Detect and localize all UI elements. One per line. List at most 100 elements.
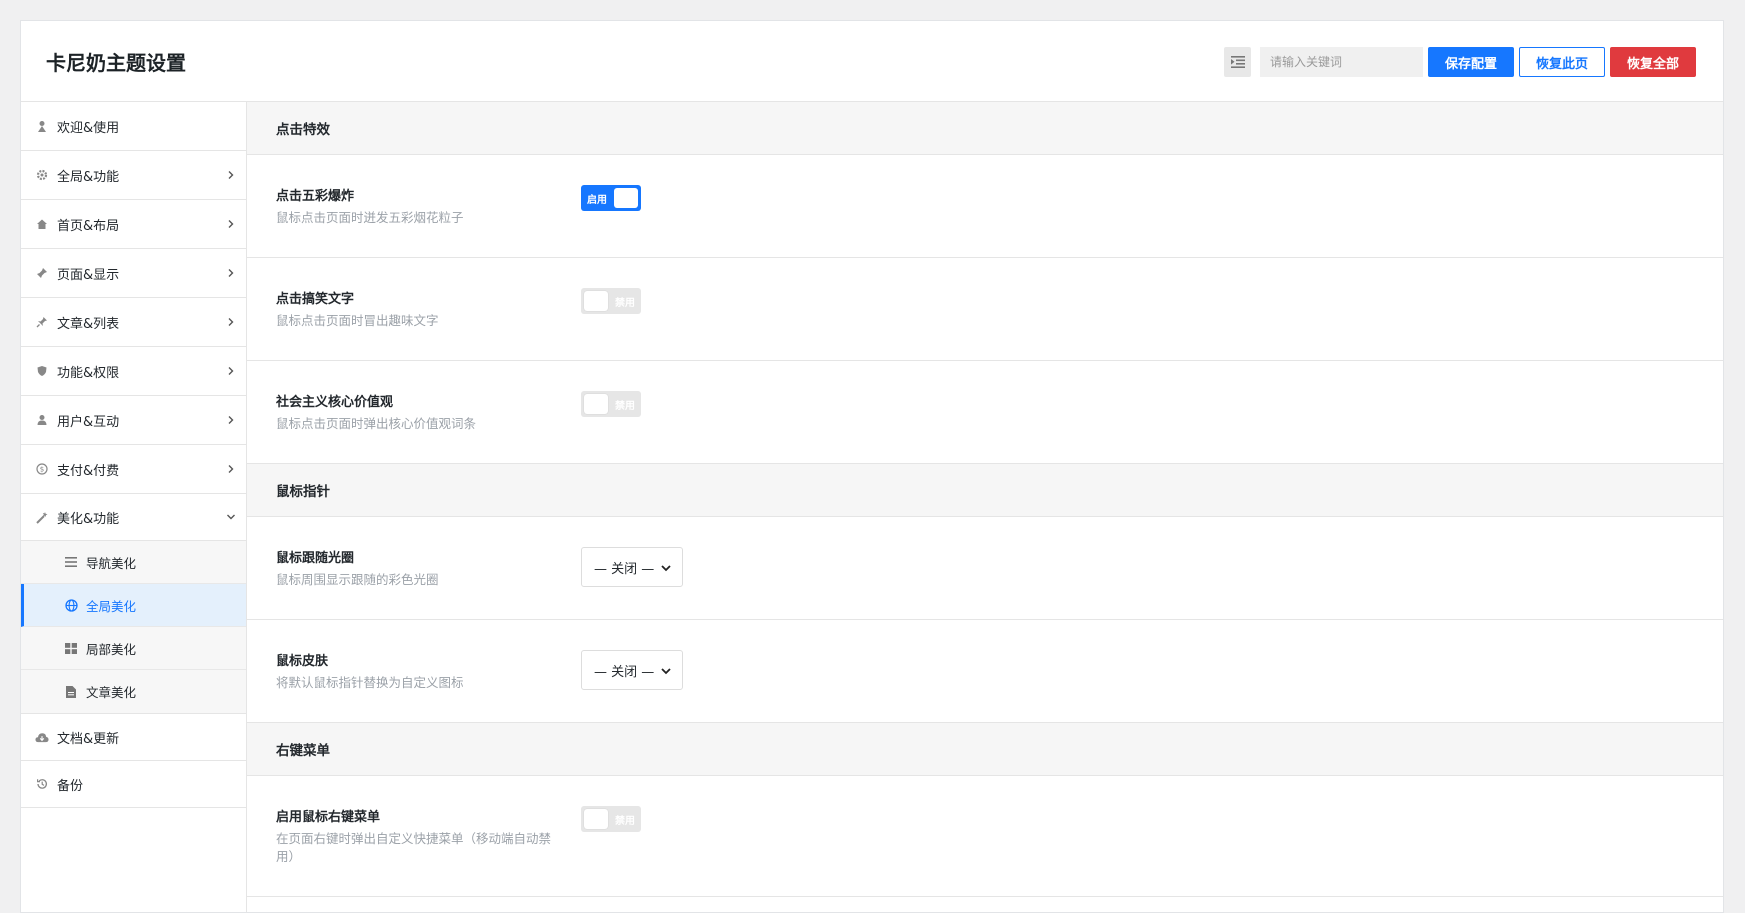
cursor-skin-select[interactable]: — 关闭 — — [581, 650, 683, 690]
shield-icon — [35, 364, 49, 378]
globe-icon — [64, 598, 78, 612]
beautify-submenu: 导航美化 全局美化 局部美化 文章美化 — [21, 541, 246, 714]
grid-icon — [64, 641, 78, 655]
option-label: 社会主义核心价值观 — [276, 395, 394, 410]
reset-all-button[interactable]: 恢复全部 — [1610, 47, 1696, 77]
section-title-click: 点击特效 — [247, 102, 1723, 155]
toggle-knob — [614, 188, 638, 208]
toggle-knob — [584, 291, 608, 311]
context-menu-toggle[interactable]: 禁用 — [581, 806, 641, 832]
select-value: — 关闭 — — [594, 664, 655, 680]
chevron-down-icon — [661, 668, 671, 675]
core-values-toggle[interactable]: 禁用 — [581, 391, 641, 417]
settings-panel: 卡尼奶主题设置 保存配置 恢复此页 恢复全部 欢迎&使用 — [20, 20, 1724, 913]
option-row: 鼠标跟随光圈 鼠标周围显示跟随的彩色光圈 — 关闭 — — [247, 517, 1723, 620]
gear-icon — [35, 168, 49, 182]
option-label: 启用鼠标右键菜单 — [276, 810, 381, 825]
option-description: 将默认鼠标指针替换为自定义图标 — [276, 675, 464, 690]
document-icon — [64, 685, 78, 699]
sidebar-item-label: 文档&更新 — [57, 731, 120, 747]
home-icon — [35, 217, 49, 231]
header: 卡尼奶主题设置 保存配置 恢复此页 恢复全部 — [21, 21, 1723, 102]
option-description: 鼠标点击页面时弹出核心价值观词条 — [276, 416, 477, 431]
confetti-toggle[interactable]: 启用 — [581, 185, 641, 211]
header-actions: 保存配置 恢复此页 恢复全部 — [1224, 47, 1696, 77]
toggle-label: 禁用 — [615, 401, 635, 412]
sidebar-item-payment[interactable]: $ 支付&付费 — [21, 445, 246, 494]
option-label: 点击搞笑文字 — [276, 292, 355, 307]
option-row: 社会主义核心价值观 鼠标点击页面时弹出核心价值观词条 禁用 — [247, 361, 1723, 464]
option-label: 鼠标皮肤 — [276, 654, 329, 669]
sidebar-item-users[interactable]: 用户&互动 — [21, 396, 246, 445]
sidebar-item-beautify[interactable]: 美化&功能 — [21, 494, 246, 541]
sidebar-subitem-global[interactable]: 全局美化 — [21, 584, 246, 627]
section-title-cursor: 鼠标指针 — [247, 464, 1723, 517]
sidebar-item-label: 美化&功能 — [57, 511, 120, 527]
sidebar-item-docs[interactable]: 文档&更新 — [21, 714, 246, 761]
toggle-knob — [584, 394, 608, 414]
sidebar-item-label: 页面&显示 — [57, 267, 120, 283]
sidebar-subitem-nav[interactable]: 导航美化 — [21, 541, 246, 584]
sidebar-item-global[interactable]: 全局&功能 — [21, 151, 246, 200]
sidebar-item-page[interactable]: 页面&显示 — [21, 249, 246, 298]
chevron-right-icon — [228, 171, 234, 179]
cursor-halo-select[interactable]: — 关闭 — — [581, 547, 683, 587]
sidebar-item-label: 用户&互动 — [57, 414, 120, 430]
sidebar-item-permissions[interactable]: 功能&权限 — [21, 347, 246, 396]
list-icon — [64, 555, 78, 569]
select-value: — 关闭 — — [594, 561, 655, 577]
option-row: 点击五彩爆炸 鼠标点击页面时迸发五彩烟花粒子 启用 — [247, 155, 1723, 258]
toggle-label: 启用 — [587, 195, 607, 206]
sidebar-item-label: 功能&权限 — [57, 365, 120, 381]
user-icon — [35, 413, 49, 427]
option-label: 鼠标跟随光圈 — [276, 551, 355, 566]
sidebar-subitem-label: 导航美化 — [86, 555, 137, 571]
sidebar-item-label: 欢迎&使用 — [57, 120, 120, 136]
sidebar-subitem-local[interactable]: 局部美化 — [21, 627, 246, 670]
toggle-knob — [584, 809, 608, 829]
sidebar-item-home[interactable]: 首页&布局 — [21, 200, 246, 249]
sidebar-item-label: 文章&列表 — [57, 316, 120, 332]
coin-icon: $ — [35, 462, 49, 476]
toggle-label: 禁用 — [615, 816, 635, 827]
section-title-context: 右键菜单 — [247, 723, 1723, 776]
magic-wand-icon — [35, 510, 49, 524]
page-title: 卡尼奶主题设置 — [46, 50, 186, 75]
search-input[interactable] — [1260, 47, 1423, 77]
save-button[interactable]: 保存配置 — [1428, 47, 1514, 77]
option-row: 启用鼠标右键菜单 在页面右键时弹出自定义快捷菜单（移动端自动禁用） 禁用 — [247, 776, 1723, 897]
pushpin-icon — [35, 315, 49, 329]
chevron-right-icon — [228, 367, 234, 375]
sidebar-subitem-article[interactable]: 文章美化 — [21, 670, 246, 713]
pin-icon — [35, 266, 49, 280]
main-content: 点击特效 点击五彩爆炸 鼠标点击页面时迸发五彩烟花粒子 启用 点击搞笑文字 鼠标… — [247, 102, 1723, 912]
sidebar-item-label: 支付&付费 — [57, 463, 120, 479]
sidebar-item-welcome[interactable]: 欢迎&使用 — [21, 102, 246, 151]
chevron-down-icon — [661, 565, 671, 572]
chevron-right-icon — [228, 416, 234, 424]
option-description: 鼠标点击页面时冒出趣味文字 — [276, 313, 439, 328]
sidebar-item-posts[interactable]: 文章&列表 — [21, 298, 246, 347]
expand-all-button[interactable] — [1224, 47, 1251, 77]
option-label: 点击五彩爆炸 — [276, 189, 355, 204]
chevron-right-icon — [228, 318, 234, 326]
sidebar: 欢迎&使用 全局&功能 首页&布局 页面&显示 文章&列表 功能&权限 用户&互… — [21, 102, 247, 912]
svg-text:$: $ — [40, 466, 44, 474]
chevron-down-icon — [227, 514, 235, 520]
sidebar-subitem-label: 文章美化 — [86, 685, 137, 700]
history-icon — [35, 777, 49, 791]
option-row: 鼠标皮肤 将默认鼠标指针替换为自定义图标 — 关闭 — — [247, 620, 1723, 723]
reset-page-button[interactable]: 恢复此页 — [1519, 47, 1605, 77]
sidebar-item-label: 首页&布局 — [57, 218, 120, 234]
option-row: 点击搞笑文字 鼠标点击页面时冒出趣味文字 禁用 — [247, 258, 1723, 361]
sidebar-item-label: 全局&功能 — [57, 169, 120, 185]
funny-text-toggle[interactable]: 禁用 — [581, 288, 641, 314]
toggle-label: 禁用 — [615, 298, 635, 309]
option-description: 在页面右键时弹出自定义快捷菜单（移动端自动禁用） — [276, 831, 552, 864]
sidebar-item-backup[interactable]: 备份 — [21, 761, 246, 808]
cloud-icon — [35, 730, 49, 744]
chevron-right-icon — [228, 269, 234, 277]
indent-icon — [1230, 56, 1245, 68]
option-description: 鼠标周围显示跟随的彩色光圈 — [276, 572, 439, 587]
sidebar-item-label: 备份 — [57, 778, 84, 794]
